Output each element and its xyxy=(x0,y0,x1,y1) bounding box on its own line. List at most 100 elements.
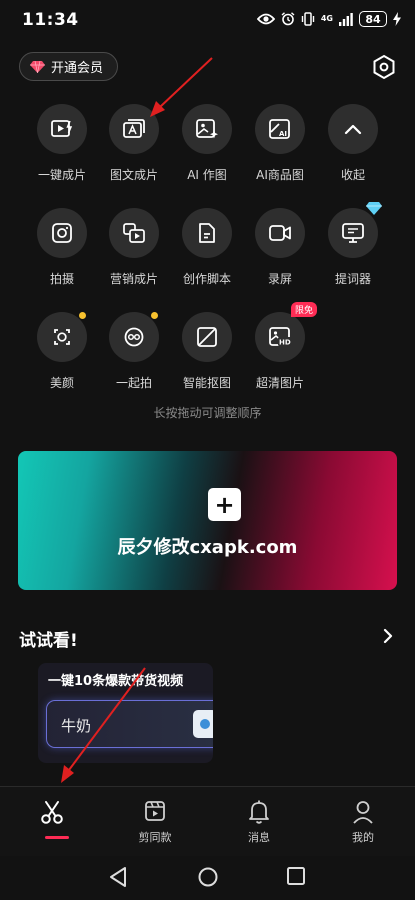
status-icons: 4G 84 xyxy=(256,11,401,27)
tool-circle xyxy=(37,208,87,258)
tool-circle xyxy=(37,104,87,154)
vip-button[interactable]: 开通会员 xyxy=(19,52,119,81)
tool-label: 提词器 xyxy=(334,272,371,286)
eye-icon xyxy=(256,13,275,25)
tool-label: 录屏 xyxy=(267,272,292,286)
card-input-preview: 牛奶 xyxy=(46,700,213,748)
camera-icon xyxy=(52,223,72,243)
new-dot xyxy=(79,312,86,319)
network-type: 4G xyxy=(320,14,333,23)
reorder-hint: 长按拖动可调整顺序 xyxy=(153,406,262,420)
tool-label: 一起拍 xyxy=(115,376,152,390)
beauty-face-icon xyxy=(54,329,70,345)
tool-circle xyxy=(182,312,232,362)
system-nav-bar xyxy=(0,856,415,900)
vip-label: 开通会员 xyxy=(51,61,104,76)
tool-circle xyxy=(182,208,232,258)
tab-me[interactable]: 我的 xyxy=(318,787,408,857)
svg-text:HD: HD xyxy=(279,339,291,347)
tool-label: 创作脚本 xyxy=(182,272,231,286)
tab-label: 消息 xyxy=(248,831,270,844)
tool-text-to-video[interactable]: 图文成片 xyxy=(99,104,169,183)
tool-camera[interactable]: 拍摄 xyxy=(27,208,97,287)
tool-label: 一键成片 xyxy=(37,168,86,182)
tool-circle: HD 限免 xyxy=(255,302,317,362)
back-icon[interactable] xyxy=(108,866,128,888)
tool-label: 超清图片 xyxy=(255,376,304,390)
tab-messages[interactable]: 消息 xyxy=(214,787,304,857)
status-bar: 11:34 4G 84 xyxy=(0,0,415,40)
script-document-icon xyxy=(199,223,215,243)
scissors-icon xyxy=(41,801,63,824)
tool-circle xyxy=(328,202,382,258)
bottom-tab-bar: 剪同款 消息 我的 xyxy=(0,786,415,856)
tool-circle xyxy=(255,208,305,258)
chevron-up-icon xyxy=(344,124,362,135)
create-banner[interactable]: + 辰夕修改cxapk.com xyxy=(18,451,397,590)
tool-label: 拍摄 xyxy=(49,272,74,286)
section-title: 试试看! xyxy=(19,631,78,651)
user-icon xyxy=(353,801,373,824)
recents-icon[interactable] xyxy=(286,866,306,886)
tool-script[interactable]: 创作脚本 xyxy=(172,208,242,287)
active-tab-indicator xyxy=(45,836,69,839)
tab-label: 我的 xyxy=(352,831,374,844)
tool-label: 收起 xyxy=(340,168,365,182)
charging-icon xyxy=(393,12,401,26)
tab-label: 剪同款 xyxy=(138,831,172,844)
card-title: 一键10条爆款带货视频 xyxy=(48,674,184,689)
tool-circle xyxy=(37,312,87,362)
plus-icon: + xyxy=(208,488,241,521)
tool-hd-image[interactable]: HD 限免 超清图片 xyxy=(245,302,317,391)
tool-label: 智能抠图 xyxy=(182,376,231,390)
quick-video-icon xyxy=(51,120,73,137)
tool-circle xyxy=(328,104,378,154)
tool-label: AI 作图 xyxy=(187,168,227,182)
signal-icon xyxy=(339,12,353,26)
diamond-icon xyxy=(30,60,45,73)
tool-circle: AI xyxy=(255,104,305,154)
card-input-button xyxy=(193,710,213,738)
bell-icon xyxy=(249,800,269,824)
teleprompter-icon xyxy=(342,223,364,243)
tool-one-click-video[interactable]: 一键成片 xyxy=(27,104,97,183)
tool-circle xyxy=(182,104,232,154)
premium-gem-icon xyxy=(366,202,382,215)
tool-teleprompter[interactable]: 提词器 xyxy=(318,202,388,287)
ai-product-icon: AI xyxy=(269,119,290,139)
template-card[interactable]: 一键10条爆款带货视频 牛奶 xyxy=(38,663,213,763)
svg-text:AI: AI xyxy=(279,130,287,138)
home-icon[interactable] xyxy=(197,866,219,888)
tool-beauty[interactable]: 美颜 xyxy=(27,312,97,391)
banner-text: 辰夕修改cxapk.com xyxy=(117,537,298,558)
tool-label: 营销成片 xyxy=(109,272,158,286)
vibrate-icon xyxy=(301,12,315,26)
tool-shoot-together[interactable]: 一起拍 xyxy=(99,312,169,391)
tool-marketing-video[interactable]: 营销成片 xyxy=(99,208,169,287)
tool-smart-cutout[interactable]: 智能抠图 xyxy=(172,312,242,391)
new-dot xyxy=(151,312,158,319)
battery-indicator: 84 xyxy=(359,11,387,27)
text-image-icon xyxy=(123,119,145,138)
tool-circle xyxy=(109,312,159,362)
tab-edit[interactable] xyxy=(7,787,97,857)
battery-level: 84 xyxy=(365,12,381,26)
tool-ai-drawing[interactable]: AI 作图 xyxy=(172,104,242,183)
settings-hex-icon xyxy=(373,54,395,80)
hd-image-icon: HD xyxy=(269,327,291,347)
marketing-icon xyxy=(123,223,145,243)
chevron-right-icon[interactable] xyxy=(383,628,393,644)
free-badge: 限免 xyxy=(290,302,317,317)
tool-collapse[interactable]: 收起 xyxy=(318,104,388,183)
duet-faces-icon xyxy=(124,327,144,347)
tool-circle xyxy=(109,208,159,258)
status-time: 11:34 xyxy=(22,10,79,30)
tool-screen-record[interactable]: 录屏 xyxy=(245,208,315,287)
settings-button[interactable] xyxy=(371,54,397,80)
tool-ai-product-image[interactable]: AI AI商品图 xyxy=(245,104,315,183)
tool-label: 图文成片 xyxy=(109,168,158,182)
tool-circle xyxy=(109,104,159,154)
tool-label: 美颜 xyxy=(49,376,74,390)
card-input-text: 牛奶 xyxy=(61,717,92,735)
tab-template[interactable]: 剪同款 xyxy=(110,787,200,857)
